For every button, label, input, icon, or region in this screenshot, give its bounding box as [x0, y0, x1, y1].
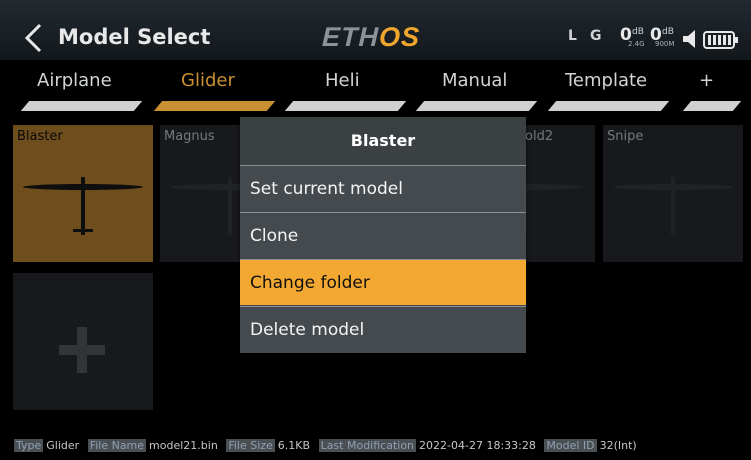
file-name-key: File Name [87, 439, 147, 452]
glider-icon [613, 177, 733, 235]
tab-underline-add [682, 101, 742, 111]
volume-icon[interactable] [681, 28, 699, 50]
add-model-card[interactable] [13, 273, 153, 410]
model-name: Snipe [607, 129, 644, 144]
menu-title: Blaster [240, 117, 526, 165]
model-name: Magnus [164, 129, 215, 144]
tab-underline-template [547, 101, 670, 111]
page-title: Model Select [58, 25, 211, 49]
delete-model-option[interactable]: Delete model [240, 306, 526, 352]
model-name: old2 [525, 129, 554, 144]
status-l-indicator: L [568, 28, 577, 44]
rssi-900m-label: 900M [655, 40, 675, 48]
model-id-key: Model ID [544, 439, 597, 452]
battery-icon [703, 31, 738, 49]
model-id-value: 32(Int) [599, 439, 637, 452]
model-card-snipe[interactable]: Snipe [603, 125, 743, 262]
tab-underline-heli [284, 101, 407, 111]
tab-underline-glider [153, 101, 276, 111]
tab-add[interactable]: + [699, 70, 714, 91]
top-bar: Model Select ETHOS L G 0 dB 2.4G 0 dB 90… [0, 0, 751, 60]
model-name: Blaster [17, 129, 63, 144]
clone-option[interactable]: Clone [240, 212, 526, 258]
back-arrow-icon[interactable] [20, 20, 46, 56]
tab-template[interactable]: Template [565, 70, 647, 91]
plus-icon [59, 327, 105, 373]
tab-underline-manual [415, 101, 538, 111]
last-modification-key: Last Modification [318, 439, 417, 452]
tab-manual[interactable]: Manual [442, 70, 507, 91]
tab-airplane[interactable]: Airplane [37, 70, 112, 91]
glider-icon [23, 177, 143, 235]
change-folder-option[interactable]: Change folder [240, 259, 526, 305]
rssi-900m-unit: dB [662, 27, 674, 37]
file-size-key: File Size [226, 439, 275, 452]
file-size-value: 6.1KB [277, 439, 311, 452]
rssi-2-4g-label: 2.4G [628, 40, 645, 48]
model-card-blaster[interactable]: Blaster [13, 125, 153, 262]
model-context-menu: Blaster Set current model Clone Change f… [240, 117, 526, 353]
rssi-2-4g-unit: dB [632, 27, 644, 37]
set-current-model-option[interactable]: Set current model [240, 165, 526, 211]
file-name-value: model21.bin [149, 439, 218, 452]
tab-glider[interactable]: Glider [181, 70, 235, 91]
last-modification-value: 2022-04-27 18:33:28 [419, 439, 536, 452]
type-value: Glider [46, 439, 80, 452]
model-info-footer: Type Glider File Name model21.bin File Siz… [14, 438, 642, 454]
tab-underline-airplane [20, 101, 143, 111]
status-g-indicator: G [590, 28, 602, 44]
type-key: Type [14, 439, 44, 452]
ethos-logo: ETHOS [321, 22, 421, 52]
tab-heli[interactable]: Heli [325, 70, 360, 91]
